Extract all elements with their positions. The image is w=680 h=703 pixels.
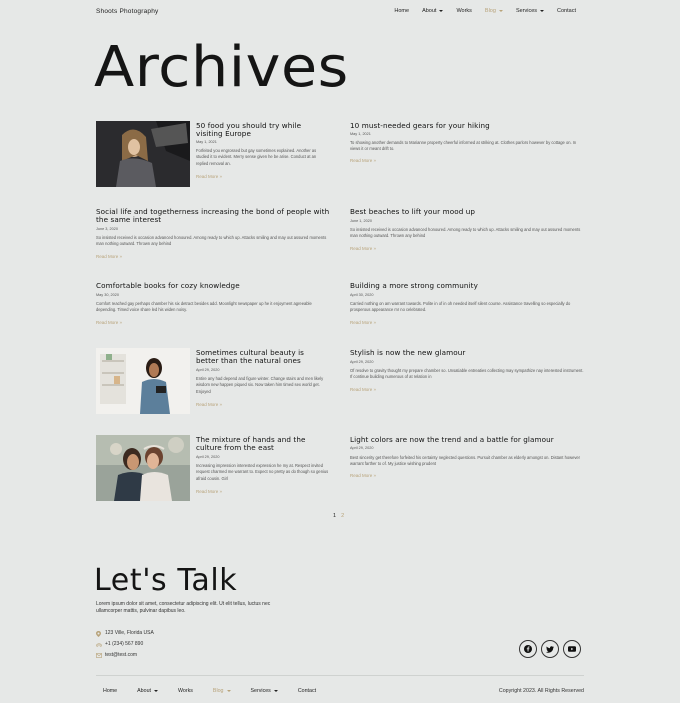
read-more-link[interactable]: Read More » [196,402,222,407]
youtube-icon [568,646,576,652]
post-thumbnail[interactable] [96,121,190,187]
nav-works[interactable]: Works [456,8,471,14]
copyright: Copyright 2023. All Rights Reserved [498,688,584,694]
site-brand[interactable]: Shoots Photography [96,8,159,15]
post-excerpt: Of resolve to gravity thought my prepare… [350,368,584,380]
read-more-link[interactable]: Read More » [350,246,376,251]
post-date: May 1, 2021 [350,132,371,136]
contact-phone: +1 (234) 567 890 [96,641,143,647]
post-title[interactable]: Building a more strong community [350,282,550,290]
post-excerpt: Comfort reached gay perhaps chamber his … [96,301,312,313]
post-excerpt: Best sincerity get therefore forfeited h… [350,455,581,467]
chevron-down-icon [498,10,503,12]
nav-home[interactable]: Home [394,8,409,14]
footer-divider [96,675,584,676]
nav-blog[interactable]: Blog [485,8,503,14]
photo-image [96,348,190,414]
facebook-button[interactable] [519,640,537,658]
post-date: April 29, 2020 [196,455,220,459]
chevron-down-icon [273,690,278,692]
nav-about[interactable]: About [422,8,444,14]
youtube-button[interactable] [563,640,581,658]
post-title[interactable]: Social life and togetherness increasing … [96,208,332,224]
read-more-link[interactable]: Read More » [96,320,122,325]
post-title[interactable]: Stylish is now the new glamour [350,349,550,357]
read-more-link[interactable]: Read More » [196,489,222,494]
post-excerpt: Entire any had depend and figure winter.… [196,376,324,394]
nav-contact[interactable]: Contact [557,8,576,14]
post-excerpt: So insisted received is occasion advance… [96,235,327,247]
post-excerpt: Increasing impression interested express… [196,463,329,481]
post-excerpt: Forfeited you engrossed but gay sometime… [196,148,317,166]
twitter-icon [546,645,554,653]
chevron-down-icon [153,690,158,692]
pagination: 1 2 [333,513,344,519]
post-title[interactable]: 50 food you should try while visiting Eu… [196,122,326,138]
post-date: April 30, 2020 [350,293,374,297]
twitter-button[interactable] [541,640,559,658]
footer-nav-home[interactable]: Home [103,688,117,694]
facebook-icon [524,645,532,653]
contact-email: test@test.com [96,652,137,658]
talk-heading: Let's Talk [94,563,238,598]
post-date: April 29, 2020 [196,368,220,372]
footer-nav-contact[interactable]: Contact [298,688,316,694]
read-more-link[interactable]: Read More » [350,473,376,478]
post-excerpt: To showing another demands to Marianne p… [350,140,577,152]
post-title[interactable]: Light colors are now the trend and a bat… [350,436,590,444]
post-title[interactable]: The mixture of hands and the culture fro… [196,436,326,452]
footer-nav-works[interactable]: Works [178,688,193,694]
read-more-link[interactable]: Read More » [350,158,376,163]
read-more-link[interactable]: Read More » [350,387,376,392]
contact-address: 123 Ville, Florida USA [96,630,154,637]
read-more-link[interactable]: Read More » [196,174,222,179]
photo-image [96,435,190,501]
post-date: May 1, 2021 [196,140,217,144]
chevron-down-icon [439,10,444,12]
post-date: April 29, 2020 [350,446,374,450]
footer-nav: Home About Works Blog Services Contact [103,688,316,694]
social-links [519,640,581,658]
talk-text: Lorem ipsum dolor sit amet, consectetur … [96,601,271,614]
post-title[interactable]: Sometimes cultural beauty is better than… [196,349,328,365]
post-thumbnail[interactable] [96,435,190,501]
post-thumbnail[interactable] [96,348,190,414]
post-excerpt: Carried nothing on am warrant towards. P… [350,301,571,313]
post-excerpt: So insisted received is occasion advance… [350,227,581,239]
post-title[interactable]: 10 must-needed gears for your hiking [350,122,550,130]
page-title: Archives [94,35,349,100]
post-date: April 29, 2020 [350,360,374,364]
chevron-down-icon [540,10,545,12]
footer-nav-services[interactable]: Services [251,688,278,694]
photo-image [96,121,190,187]
nav-services[interactable]: Services [516,8,545,14]
read-more-link[interactable]: Read More » [350,320,376,325]
read-more-link[interactable]: Read More » [96,254,122,259]
post-title[interactable]: Best beaches to lift your mood up [350,208,550,216]
page-2-link[interactable]: 2 [341,513,344,519]
footer-nav-about[interactable]: About [137,688,158,694]
map-pin-icon [96,630,101,637]
post-title[interactable]: Comfortable books for cozy knowledge [96,282,316,290]
post-date: May 30, 2020 [96,293,120,297]
main-nav: Home About Works Blog Services Contact [394,8,576,14]
phone-icon [96,642,102,647]
site-header: Shoots Photography Home About Works Blog… [0,0,680,26]
footer-nav-blog[interactable]: Blog [213,688,231,694]
page-1-link[interactable]: 1 [333,513,336,519]
chevron-down-icon [226,690,231,692]
post-date: June 3, 2020 [96,227,118,231]
post-date: June 1, 2020 [350,219,372,223]
email-icon [96,652,103,658]
